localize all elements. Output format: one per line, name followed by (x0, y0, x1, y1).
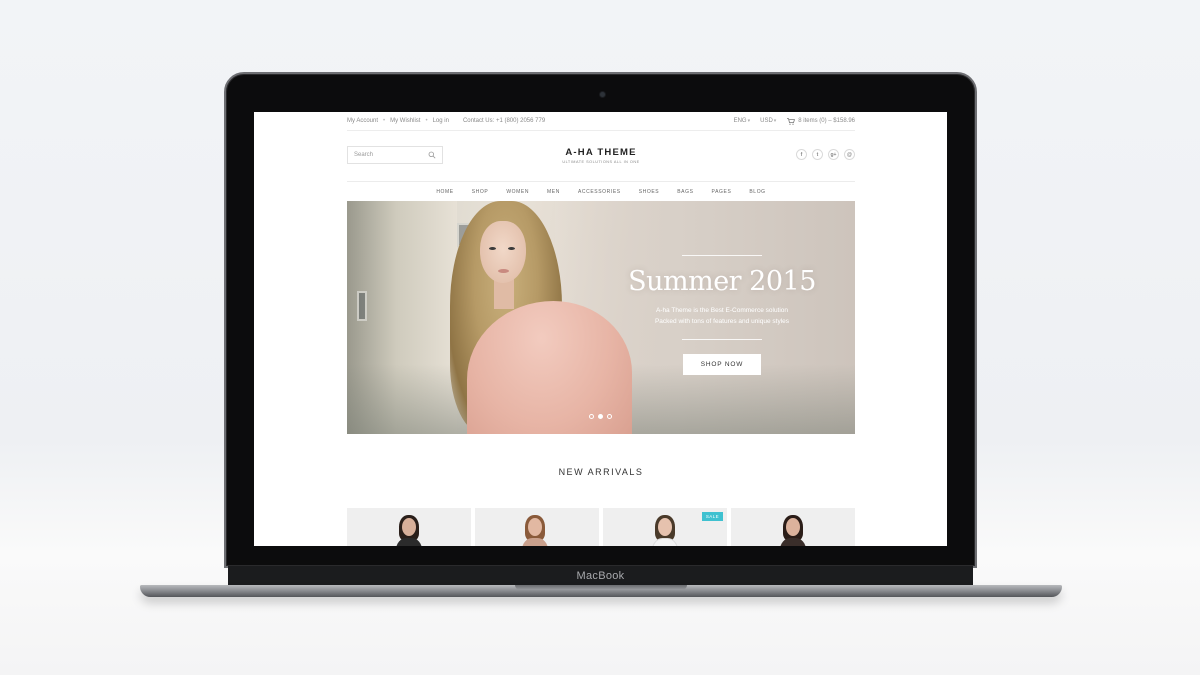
logo-title: A-HA THEME (565, 147, 637, 158)
hero-subtitle-line: A-ha Theme is the Best E-Commerce soluti… (655, 307, 789, 314)
main-nav: HOME SHOP WOMEN MEN ACCESSORIES SHOES BA… (347, 182, 855, 201)
hero-subtitle: A-ha Theme is the Best E-Commerce soluti… (655, 305, 789, 327)
hero-subtitle-line: Packed with tons of features and unique … (654, 318, 790, 325)
product-card[interactable] (347, 508, 471, 546)
slider-dot[interactable] (607, 414, 612, 419)
brand-label: MacBook (576, 570, 625, 582)
product-model-face (402, 518, 416, 536)
nav-item-pages[interactable]: PAGES (703, 189, 741, 195)
hero-divider (682, 255, 762, 256)
product-grid: SALE (347, 508, 855, 546)
hero-caption: Summer 2015 A-ha Theme is the Best E-Com… (597, 201, 847, 434)
facebook-icon[interactable]: f (796, 149, 807, 160)
product-model-body (396, 538, 422, 546)
product-model-body (652, 538, 678, 546)
nav-item-men[interactable]: MEN (538, 189, 569, 195)
product-model-body (522, 538, 548, 546)
slider-dot-active[interactable] (598, 414, 603, 419)
laptop-base (140, 585, 1062, 597)
chevron-down-icon: ▾ (773, 118, 777, 124)
hero-title: Summer 2015 (628, 266, 816, 297)
nav-item-home[interactable]: HOME (427, 189, 462, 195)
section-title: NEW ARRIVALS (558, 467, 644, 477)
product-card[interactable] (475, 508, 599, 546)
product-image (522, 515, 548, 546)
nav-item-women[interactable]: WOMEN (497, 189, 538, 195)
product-model-face (786, 518, 800, 536)
slider-pagination (589, 414, 612, 419)
twitter-icon[interactable]: t (812, 149, 823, 160)
separator: • (383, 118, 386, 124)
product-image (780, 515, 806, 546)
cart-summary: 8 items (0) – $158.96 (798, 118, 855, 124)
nav-item-accessories[interactable]: ACCESSORIES (569, 189, 630, 195)
nav-item-bags[interactable]: BAGS (668, 189, 702, 195)
separator: • (425, 118, 428, 124)
sale-badge: SALE (701, 512, 723, 521)
email-icon[interactable]: @ (844, 149, 855, 160)
laptop-chin: MacBook (228, 566, 973, 586)
product-model-body (780, 538, 806, 546)
model-neck (494, 279, 514, 309)
hero-divider (682, 339, 762, 340)
nav-item-blog[interactable]: BLOG (740, 189, 774, 195)
cart-icon (787, 117, 796, 125)
camera (600, 92, 605, 97)
nav-item-shop[interactable]: SHOP (463, 189, 498, 195)
currency-value: USD (760, 118, 773, 124)
login-link[interactable]: Log in (433, 118, 449, 124)
my-account-link[interactable]: My Account (347, 118, 378, 124)
product-image (652, 515, 678, 546)
currency-select[interactable]: USD▾ (760, 118, 776, 124)
hero-slider[interactable]: Summer 2015 A-ha Theme is the Best E-Com… (347, 201, 855, 434)
model-eye (508, 247, 515, 250)
language-select[interactable]: ENG▾ (734, 118, 751, 124)
browser-screen: My Account • My Wishlist • Log in Contac… (254, 112, 947, 546)
laptop-notch (515, 585, 687, 590)
hero-window-decor (357, 291, 367, 321)
cart-link[interactable]: 8 items (0) – $158.96 (787, 117, 855, 125)
social-links: f t g+ @ (796, 149, 855, 160)
my-wishlist-link[interactable]: My Wishlist (390, 118, 420, 124)
product-card[interactable]: SALE (603, 508, 727, 546)
site-logo[interactable]: A-HA THEME ULTIMATE SOLUTIONS ALL IN ONE (347, 147, 855, 164)
logo-tagline: ULTIMATE SOLUTIONS ALL IN ONE (562, 160, 640, 164)
product-image (396, 515, 422, 546)
shop-now-button[interactable]: SHOP NOW (683, 354, 761, 375)
model-face (480, 221, 526, 283)
top-bar: My Account • My Wishlist • Log in Contac… (347, 112, 855, 131)
model-lips (498, 269, 509, 273)
google-plus-icon[interactable]: g+ (828, 149, 839, 160)
site-header: Search A-HA THEME ULTIMATE SOLUTIONS ALL… (347, 131, 855, 182)
model-eye (489, 247, 496, 250)
nav-item-shoes[interactable]: SHOES (630, 189, 669, 195)
product-model-face (528, 518, 542, 536)
slider-dot[interactable] (589, 414, 594, 419)
chevron-down-icon: ▾ (747, 118, 751, 124)
product-card[interactable] (731, 508, 855, 546)
contact-info: Contact Us: +1 (800) 2056 779 (462, 118, 546, 124)
language-value: ENG (733, 118, 747, 124)
product-model-face (658, 518, 672, 536)
